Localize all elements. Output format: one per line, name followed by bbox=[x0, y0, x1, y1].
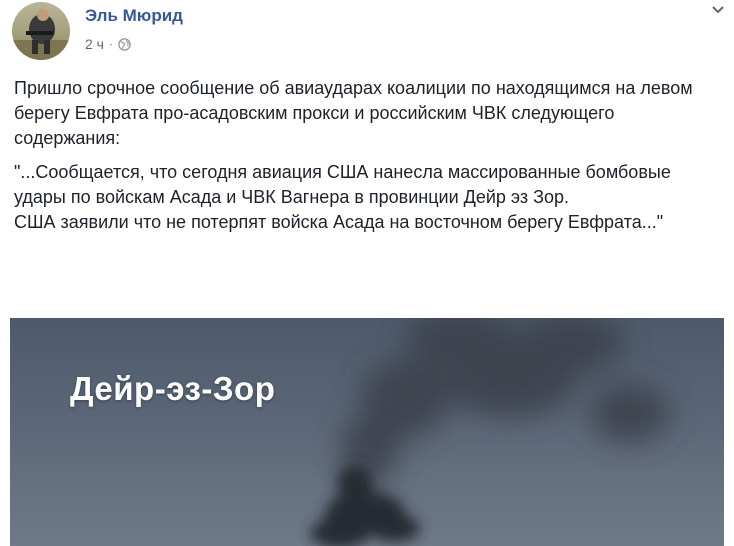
smoke-image bbox=[310, 318, 670, 546]
image-caption: Дейр-эз-Зор bbox=[70, 370, 276, 407]
globe-icon[interactable] bbox=[118, 37, 131, 51]
post-timestamp[interactable]: 2 ч bbox=[85, 36, 104, 52]
avatar[interactable] bbox=[12, 2, 70, 60]
post-image[interactable]: Дейр-эз-Зор bbox=[10, 318, 724, 546]
post-text: Пришло срочное сообщение об авиаударах к… bbox=[14, 76, 719, 244]
post-paragraph: Пришло срочное сообщение об авиаударах к… bbox=[14, 78, 693, 148]
author-name[interactable]: Эль Мюрид bbox=[85, 6, 183, 26]
avatar-photo bbox=[12, 9, 70, 60]
post-paragraph: "...Сообщается, что сегодня авиация США … bbox=[14, 162, 671, 207]
post-meta: 2 ч · bbox=[85, 36, 131, 52]
facebook-post: Эль Мюрид 2 ч · Пришло срочное сообщение… bbox=[0, 0, 734, 546]
post-paragraph: США заявили что не потерпят войска Асада… bbox=[14, 212, 664, 232]
meta-separator: · bbox=[108, 37, 113, 51]
chevron-down-icon[interactable] bbox=[708, 2, 728, 18]
